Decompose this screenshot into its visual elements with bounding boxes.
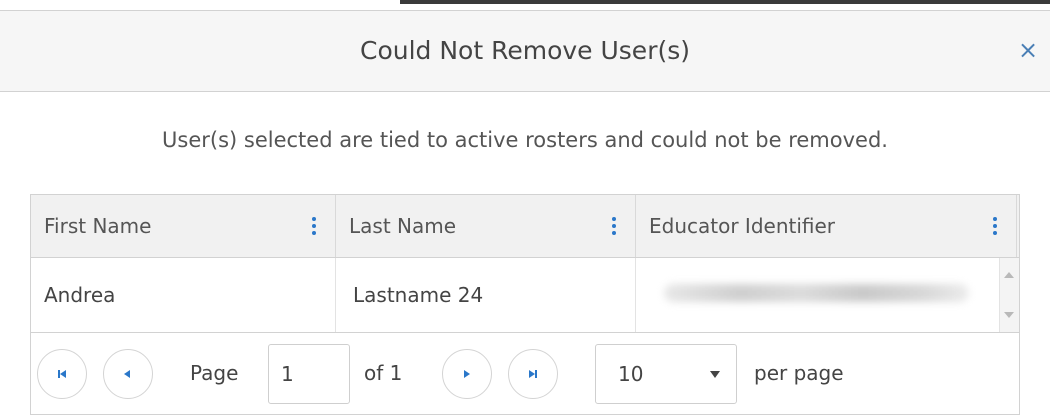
dialog-message: User(s) selected are tied to active rost… [162, 128, 888, 152]
last-page-button[interactable] [508, 349, 558, 399]
page-size-value: 10 [618, 362, 644, 386]
dropdown-caret-icon [710, 371, 720, 378]
users-grid: First Name Last Name Educator Identifier… [30, 194, 1020, 415]
grid-pager: Page of 1 10 per page [31, 332, 1019, 414]
vertical-scrollbar[interactable] [999, 258, 1019, 332]
redacted-value [664, 284, 969, 302]
page-number-input[interactable] [268, 344, 350, 404]
prev-page-button[interactable] [103, 349, 153, 399]
per-page-label: per page [754, 361, 844, 385]
grid-header: First Name Last Name Educator Identifier [31, 195, 1019, 258]
page-count-label: of 1 [364, 361, 403, 385]
column-header-label: Last Name [349, 214, 457, 238]
scroll-down-icon[interactable] [1004, 312, 1014, 318]
column-menu-icon[interactable] [992, 217, 998, 237]
remove-users-dialog: Could Not Remove User(s) × User(s) selec… [0, 0, 1050, 419]
close-icon[interactable]: × [1016, 38, 1040, 62]
dialog-header: Could Not Remove User(s) × [0, 10, 1050, 92]
next-page-button[interactable] [442, 349, 492, 399]
grid-body: Andrea Lastname 24 [31, 258, 1019, 332]
cell-first-name: Andrea [31, 258, 336, 332]
page-size-select[interactable]: 10 [595, 344, 737, 404]
column-header-label: First Name [44, 214, 152, 238]
scroll-up-icon[interactable] [1004, 272, 1014, 278]
column-header-first-name[interactable]: First Name [31, 195, 336, 257]
column-header-last-name[interactable]: Last Name [336, 195, 636, 257]
last-page-icon [529, 370, 537, 378]
page-label: Page [190, 361, 239, 385]
column-menu-icon[interactable] [311, 217, 317, 237]
cell-educator-identifier [636, 258, 1016, 332]
column-menu-icon[interactable] [611, 217, 617, 237]
next-page-icon [464, 370, 470, 378]
column-header-educator-identifier[interactable]: Educator Identifier [636, 195, 1016, 257]
first-page-icon [58, 370, 66, 378]
column-header-label: Educator Identifier [649, 214, 836, 238]
header-scroll-spacer [1016, 195, 1018, 257]
cell-last-name: Lastname 24 [336, 258, 636, 332]
prev-page-icon [124, 370, 130, 378]
dialog-title: Could Not Remove User(s) [359, 36, 691, 65]
first-page-button[interactable] [37, 349, 87, 399]
